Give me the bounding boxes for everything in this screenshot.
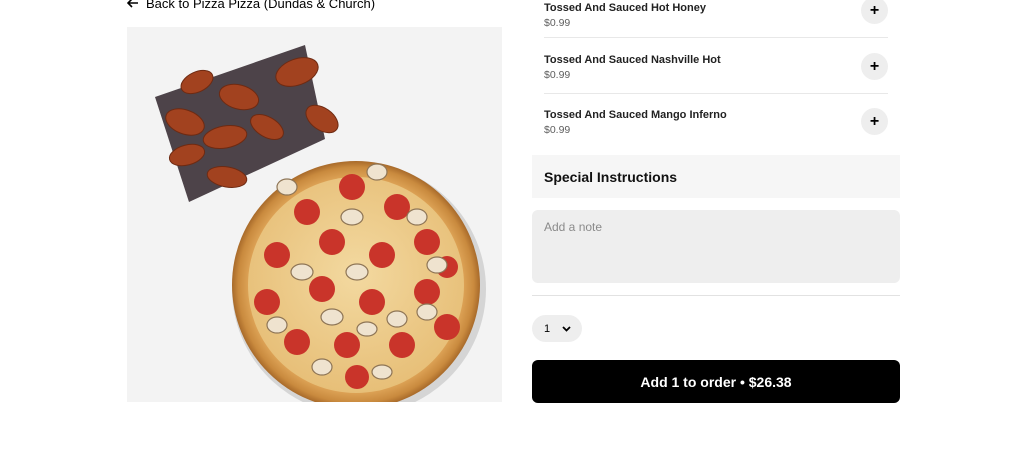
option-row-hot-honey[interactable]: Tossed And Sauced Hot Honey $0.99 + [544,0,888,38]
option-name: Tossed And Sauced Nashville Hot [544,54,721,66]
note-input[interactable] [532,210,900,283]
option-name: Tossed And Sauced Mango Inferno [544,109,727,121]
add-to-order-button[interactable]: Add 1 to order • $26.38 [532,360,900,403]
hero-image [127,27,502,402]
special-instructions-title: Special Instructions [532,155,900,198]
quantity-select[interactable]: 1 [532,315,582,342]
quantity-value: 1 [544,322,551,335]
add-option-button[interactable]: + [861,0,888,24]
add-option-button[interactable]: + [861,53,888,80]
option-row-mango-inferno[interactable]: Tossed And Sauced Mango Inferno $0.99 + [544,94,888,149]
arrow-left-icon [127,0,139,8]
back-link-label: Back to Pizza Pizza (Dundas & Church) [146,0,376,11]
option-price: $0.99 [544,17,571,29]
divider [532,295,900,296]
option-row-nashville-hot[interactable]: Tossed And Sauced Nashville Hot $0.99 + [544,39,888,94]
chevron-down-icon [562,323,571,335]
option-price: $0.99 [544,124,571,136]
option-price: $0.99 [544,69,571,81]
option-name: Tossed And Sauced Hot Honey [544,2,706,14]
back-link[interactable]: Back to Pizza Pizza (Dundas & Church) [127,0,375,11]
add-option-button[interactable]: + [861,108,888,135]
